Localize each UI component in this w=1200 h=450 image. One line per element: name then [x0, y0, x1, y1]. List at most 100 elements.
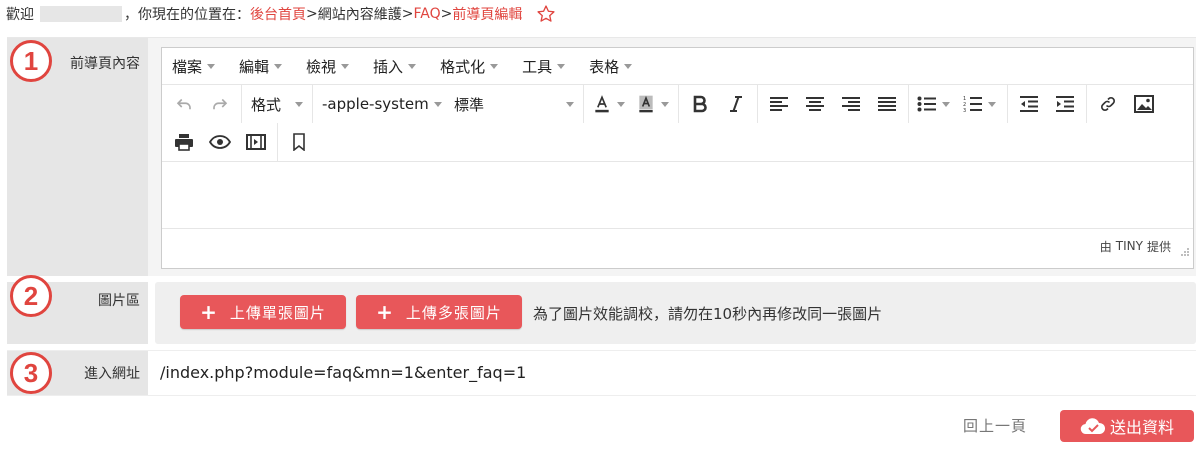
menu-label: 工具: [522, 57, 553, 76]
intro-content-row: 1 前導頁內容 檔案 編輯 檢視 插入 格式化 工具 表格 格式 -apple-…: [7, 37, 1196, 276]
row-label: 2 圖片區: [7, 275, 148, 344]
toolbar-divider: [678, 85, 679, 123]
menu-file[interactable]: 檔案: [172, 56, 216, 77]
breadcrumb-current: 前導頁編輯: [452, 7, 523, 23]
entry-url-cell: /index.php?module=faq&mn=1&enter_faq=1: [148, 351, 1196, 395]
row-label: 3 進入網址: [7, 351, 148, 395]
font-size-value: 標準: [454, 95, 485, 114]
menu-view[interactable]: 檢視: [306, 56, 350, 77]
text-color-icon[interactable]: [587, 87, 617, 121]
chevron-down-icon[interactable]: [617, 101, 625, 107]
italic-icon[interactable]: [718, 87, 754, 121]
undo-icon[interactable]: [166, 87, 202, 121]
step-number-badge: 3: [10, 352, 52, 394]
toolbar-divider: [908, 85, 909, 123]
background-color-icon[interactable]: [631, 87, 661, 121]
back-link[interactable]: 回上一頁: [963, 415, 1027, 436]
editor-toolbar: 格式 -apple-system 標準 1 2 3: [162, 85, 1193, 123]
preview-icon[interactable]: [202, 125, 238, 159]
chevron-down-icon: [566, 101, 574, 107]
svg-text:3: 3: [963, 108, 966, 113]
font-size-dropdown[interactable]: 標準: [448, 87, 580, 121]
breadcrumb-separator: >: [440, 6, 453, 22]
image-icon[interactable]: [1126, 87, 1162, 121]
menu-label: 格式化: [440, 57, 486, 76]
editor-toolbar-secondary: [162, 123, 1193, 162]
step-number-badge: 1: [10, 40, 52, 82]
bold-icon[interactable]: [682, 87, 718, 121]
breadcrumb: 歡迎 ，你現在的位置在： 後台首頁 > 網站內容維護 > FAQ > 前導頁編輯: [6, 3, 556, 25]
step-number-badge: 2: [10, 275, 52, 317]
editor-menubar: 檔案 編輯 檢視 插入 格式化 工具 表格: [162, 48, 1193, 85]
username-redacted: [40, 6, 122, 22]
menu-tools[interactable]: 工具: [522, 56, 566, 77]
upload-multiple-images-button[interactable]: + 上傳多張圖片: [356, 295, 522, 329]
chevron-down-icon: [341, 63, 350, 69]
location-prefix: ，你現在的位置在：: [124, 7, 250, 23]
submit-button[interactable]: 送出資料: [1060, 410, 1194, 442]
chevron-down-icon: [274, 63, 283, 69]
indent-icon[interactable]: [1047, 87, 1083, 121]
plus-icon: +: [376, 300, 394, 324]
toolbar-divider: [312, 85, 313, 123]
menu-table[interactable]: 表格: [589, 56, 633, 77]
image-area-cell: + 上傳單張圖片 + 上傳多張圖片 為了圖片效能調校，請勿在10秒內再修改同一張…: [155, 282, 1196, 344]
toolbar-divider: [1007, 85, 1008, 123]
menu-label: 編輯: [239, 57, 270, 76]
image-area-row: 2 圖片區 + 上傳單張圖片 + 上傳多張圖片 為了圖片效能調校，請勿在10秒內…: [7, 275, 1196, 344]
format-label: 格式: [251, 95, 282, 114]
outdent-icon[interactable]: [1011, 87, 1047, 121]
font-family-dropdown[interactable]: -apple-system: [316, 87, 448, 121]
upload-single-image-button[interactable]: + 上傳單張圖片: [180, 295, 346, 329]
chevron-down-icon: [557, 63, 566, 69]
numbered-list-icon[interactable]: 123: [958, 87, 988, 121]
format-dropdown[interactable]: 格式: [245, 87, 309, 121]
row-label: 1 前導頁內容: [7, 38, 148, 276]
status-brand-link[interactable]: TINY: [1116, 239, 1143, 253]
chevron-down-icon[interactable]: [988, 101, 996, 107]
star-outline-icon[interactable]: [536, 4, 556, 24]
upload-single-label: 上傳單張圖片: [229, 303, 326, 322]
link-icon[interactable]: [1090, 87, 1126, 121]
media-icon[interactable]: [238, 125, 274, 159]
redo-icon[interactable]: [202, 87, 238, 121]
bookmark-icon[interactable]: [281, 125, 317, 159]
chevron-down-icon: [434, 101, 442, 107]
menu-label: 檢視: [306, 57, 337, 76]
status-provided-text: 提供: [1146, 239, 1171, 254]
intro-content-label: 前導頁內容: [70, 56, 140, 72]
breadcrumb-section: 網站內容維護: [317, 7, 402, 23]
image-note: 為了圖片效能調校，請勿在10秒內再修改同一張圖片: [533, 305, 883, 323]
entry-url-label: 進入網址: [84, 366, 140, 382]
entry-url-row: 3 進入網址 /index.php?module=faq&mn=1&enter_…: [7, 350, 1196, 396]
breadcrumb-home-link[interactable]: 後台首頁: [250, 4, 306, 24]
plus-icon: +: [200, 300, 218, 324]
image-area-label: 圖片區: [98, 293, 140, 309]
chevron-down-icon: [490, 63, 499, 69]
entry-url-value: /index.php?module=faq&mn=1&enter_faq=1: [160, 363, 527, 382]
toolbar-divider: [1086, 85, 1087, 123]
menu-label: 表格: [589, 57, 620, 76]
breadcrumb-faq-link[interactable]: FAQ: [413, 6, 440, 22]
menu-edit[interactable]: 編輯: [239, 56, 283, 77]
align-center-icon[interactable]: [797, 87, 833, 121]
align-justify-icon[interactable]: [869, 87, 905, 121]
chevron-down-icon[interactable]: [942, 101, 950, 107]
submit-label: 送出資料: [1109, 418, 1174, 437]
bullet-list-icon[interactable]: [912, 87, 942, 121]
font-family-value: -apple-system: [322, 95, 429, 113]
chevron-down-icon: [408, 63, 417, 69]
chevron-down-icon[interactable]: [661, 101, 669, 107]
menu-insert[interactable]: 插入: [373, 56, 417, 77]
status-by-text: 由: [1099, 239, 1112, 254]
editor-content-area[interactable]: [162, 162, 1193, 229]
print-icon[interactable]: [166, 125, 202, 159]
resize-handle-icon[interactable]: [1180, 246, 1190, 260]
welcome-text: 歡迎: [6, 7, 34, 23]
chevron-down-icon: [624, 63, 633, 69]
align-left-icon[interactable]: [761, 87, 797, 121]
align-right-icon[interactable]: [833, 87, 869, 121]
toolbar-divider: [757, 85, 758, 123]
menu-format[interactable]: 格式化: [440, 56, 499, 77]
upload-multi-label: 上傳多張圖片: [405, 303, 502, 322]
